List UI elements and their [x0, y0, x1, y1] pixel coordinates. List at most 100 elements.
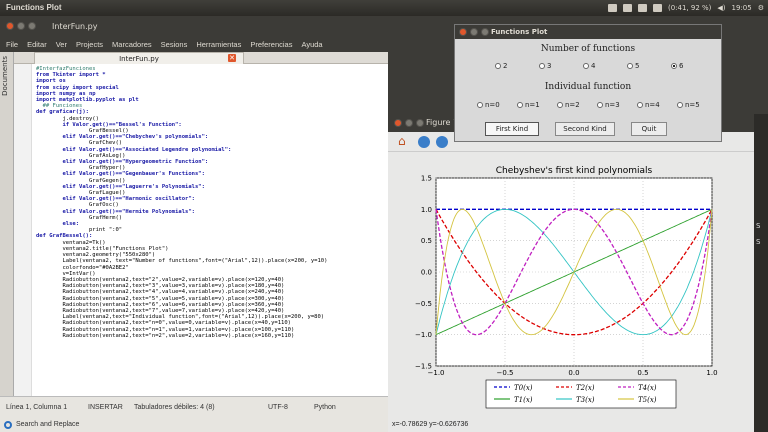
x-tick-label: 1.0 [706, 369, 717, 377]
radio-dot-icon [627, 63, 633, 69]
menu-herramientas[interactable]: Herramientas [196, 37, 241, 52]
battery-status[interactable]: (0:41, 92 %) [668, 0, 711, 16]
edge-text: S [756, 222, 761, 230]
radio-dot-icon [517, 102, 523, 108]
back-icon[interactable] [418, 136, 430, 148]
fold-gutter[interactable] [14, 64, 32, 396]
code-line: Radiobutton(ventana2,text="n=2",value=2,… [36, 332, 295, 339]
figure-window: Figure 1 ⌂ −1.0 −0.5 0.0 0.5 1.0 1.5 1.0 0.5 0.0… [388, 114, 754, 432]
y-tick-label: 1.5 [421, 175, 432, 183]
individual-radio-n-0[interactable]: n=0 [477, 101, 500, 109]
code-editor[interactable]: #InterfazFunciones from Tkinter import * i… [14, 64, 388, 396]
sort-icon[interactable] [637, 4, 647, 12]
radio-dot-icon [495, 63, 501, 69]
radio-label: n=1 [525, 101, 540, 109]
document-tab[interactable]: InterFun.py [34, 52, 244, 64]
legend-label: T4(x) [638, 384, 657, 392]
plot-canvas[interactable]: −1.0 −0.5 0.0 0.5 1.01.51.00.50.0−0.5−1.0−1.… [388, 152, 754, 418]
x-tick-label: 0.5 [637, 369, 648, 377]
menu-projects[interactable]: Projects [76, 37, 103, 52]
individual-radio-n-5[interactable]: n=5 [677, 101, 700, 109]
cursor-position: Línea 1, Columna 1 [6, 404, 68, 411]
menu-marcadores[interactable]: Marcadores [112, 37, 152, 52]
maximize-window-button[interactable] [28, 22, 36, 30]
legend-label: T5(x) [638, 396, 657, 404]
close-window-button[interactable] [6, 22, 14, 30]
quit-button[interactable]: Quit [631, 122, 667, 136]
dialog-titlebar: Functions Plot [455, 25, 721, 39]
chart-title: Chebyshev's first kind polynomials [496, 166, 653, 176]
menu-ayuda[interactable]: Ayuda [301, 37, 322, 52]
volume-icon[interactable]: ◀) [717, 0, 725, 16]
insert-mode[interactable]: INSERTAR [88, 397, 123, 419]
radio-label: 5 [635, 62, 640, 70]
keyboard-icon[interactable] [622, 4, 632, 12]
network-icon[interactable] [607, 4, 617, 12]
radio-label: n=5 [685, 101, 700, 109]
number-radio-2[interactable]: 2 [495, 62, 507, 70]
maximize-window-button[interactable] [481, 28, 489, 36]
radio-dot-icon [557, 102, 563, 108]
radio-label: n=2 [565, 101, 580, 109]
radio-label: n=0 [485, 101, 500, 109]
radio-dot-icon [597, 102, 603, 108]
search-panel[interactable]: Search and Replace [0, 418, 388, 432]
forward-icon[interactable] [436, 136, 448, 148]
number-radio-5[interactable]: 5 [627, 62, 639, 70]
system-indicators: (0:41, 92 %) ◀) 19:05 ⚙ [607, 0, 764, 16]
document-tabbar: InterFun.py ✕ [14, 52, 388, 64]
y-tick-label: 0.0 [421, 269, 432, 277]
number-radio-6[interactable]: 6 [671, 62, 683, 70]
code-lines: #InterfazFunciones from Tkinter import * i… [36, 66, 386, 339]
documents-side-tab[interactable]: Documents [0, 52, 14, 396]
minimize-window-button[interactable] [470, 28, 478, 36]
x-tick-label: 0.0 [568, 369, 579, 377]
radio-dot-icon [677, 102, 683, 108]
functions-plot-dialog: Functions Plot Number of functions Indiv… [454, 24, 722, 142]
individual-radio-n-1[interactable]: n=1 [517, 101, 540, 109]
individual-function-label: Individual function [544, 82, 632, 92]
individual-radio-n-4[interactable]: n=4 [637, 101, 660, 109]
number-radio-3[interactable]: 3 [539, 62, 551, 70]
close-tab-icon[interactable]: ✕ [228, 54, 236, 62]
editor-window: InterFun.py File Editar Ver Projects Mar… [0, 16, 388, 432]
individual-radio-n-3[interactable]: n=3 [597, 101, 620, 109]
minimize-window-button[interactable] [17, 22, 25, 30]
home-icon[interactable]: ⌂ [398, 134, 406, 148]
y-tick-label: −1.5 [415, 363, 432, 371]
first-kind-button[interactable]: First Kind [485, 122, 539, 136]
number-of-functions-label: Number of functions [540, 44, 636, 54]
close-window-button[interactable] [394, 119, 402, 127]
radio-dot-icon [539, 63, 545, 69]
encoding-selector[interactable]: UTF-8 [268, 397, 288, 419]
y-tick-label: 1.0 [421, 206, 432, 214]
maximize-window-button[interactable] [416, 119, 424, 127]
legend-label: T2(x) [576, 384, 595, 392]
number-radio-4[interactable]: 4 [583, 62, 595, 70]
search-replace-label[interactable]: Search and Replace [16, 421, 79, 428]
menu-ver[interactable]: Ver [56, 37, 67, 52]
radio-label: n=3 [605, 101, 620, 109]
menu-editar[interactable]: Editar [27, 37, 47, 52]
edge-text: S [756, 238, 761, 246]
gear-icon[interactable]: ⚙ [758, 0, 764, 16]
minimize-window-button[interactable] [405, 119, 413, 127]
menu-file[interactable]: File [6, 37, 18, 52]
close-window-button[interactable] [459, 28, 467, 36]
menu-sesions[interactable]: Sesions [161, 37, 188, 52]
radio-dot-icon [671, 63, 677, 69]
individual-radio-n-2[interactable]: n=2 [557, 101, 580, 109]
y-tick-label: 0.5 [421, 237, 432, 245]
radio-dot-icon [583, 63, 589, 69]
search-icon [4, 421, 12, 429]
clock[interactable]: 19:05 [732, 0, 752, 16]
tab-width-selector[interactable]: Tabuladores débiles: 4 (8) [134, 397, 215, 419]
second-kind-button[interactable]: Second Kind [555, 122, 615, 136]
editor-window-title: InterFun.py [52, 22, 98, 31]
system-top-bar: Functions Plot (0:41, 92 %) ◀) 19:05 ⚙ [0, 0, 768, 16]
menu-preferencias[interactable]: Preferencias [250, 37, 292, 52]
radio-label: 2 [503, 62, 508, 70]
language-icon[interactable] [652, 4, 662, 12]
language-selector[interactable]: Python [314, 397, 336, 419]
legend-label: T1(x) [514, 396, 533, 404]
